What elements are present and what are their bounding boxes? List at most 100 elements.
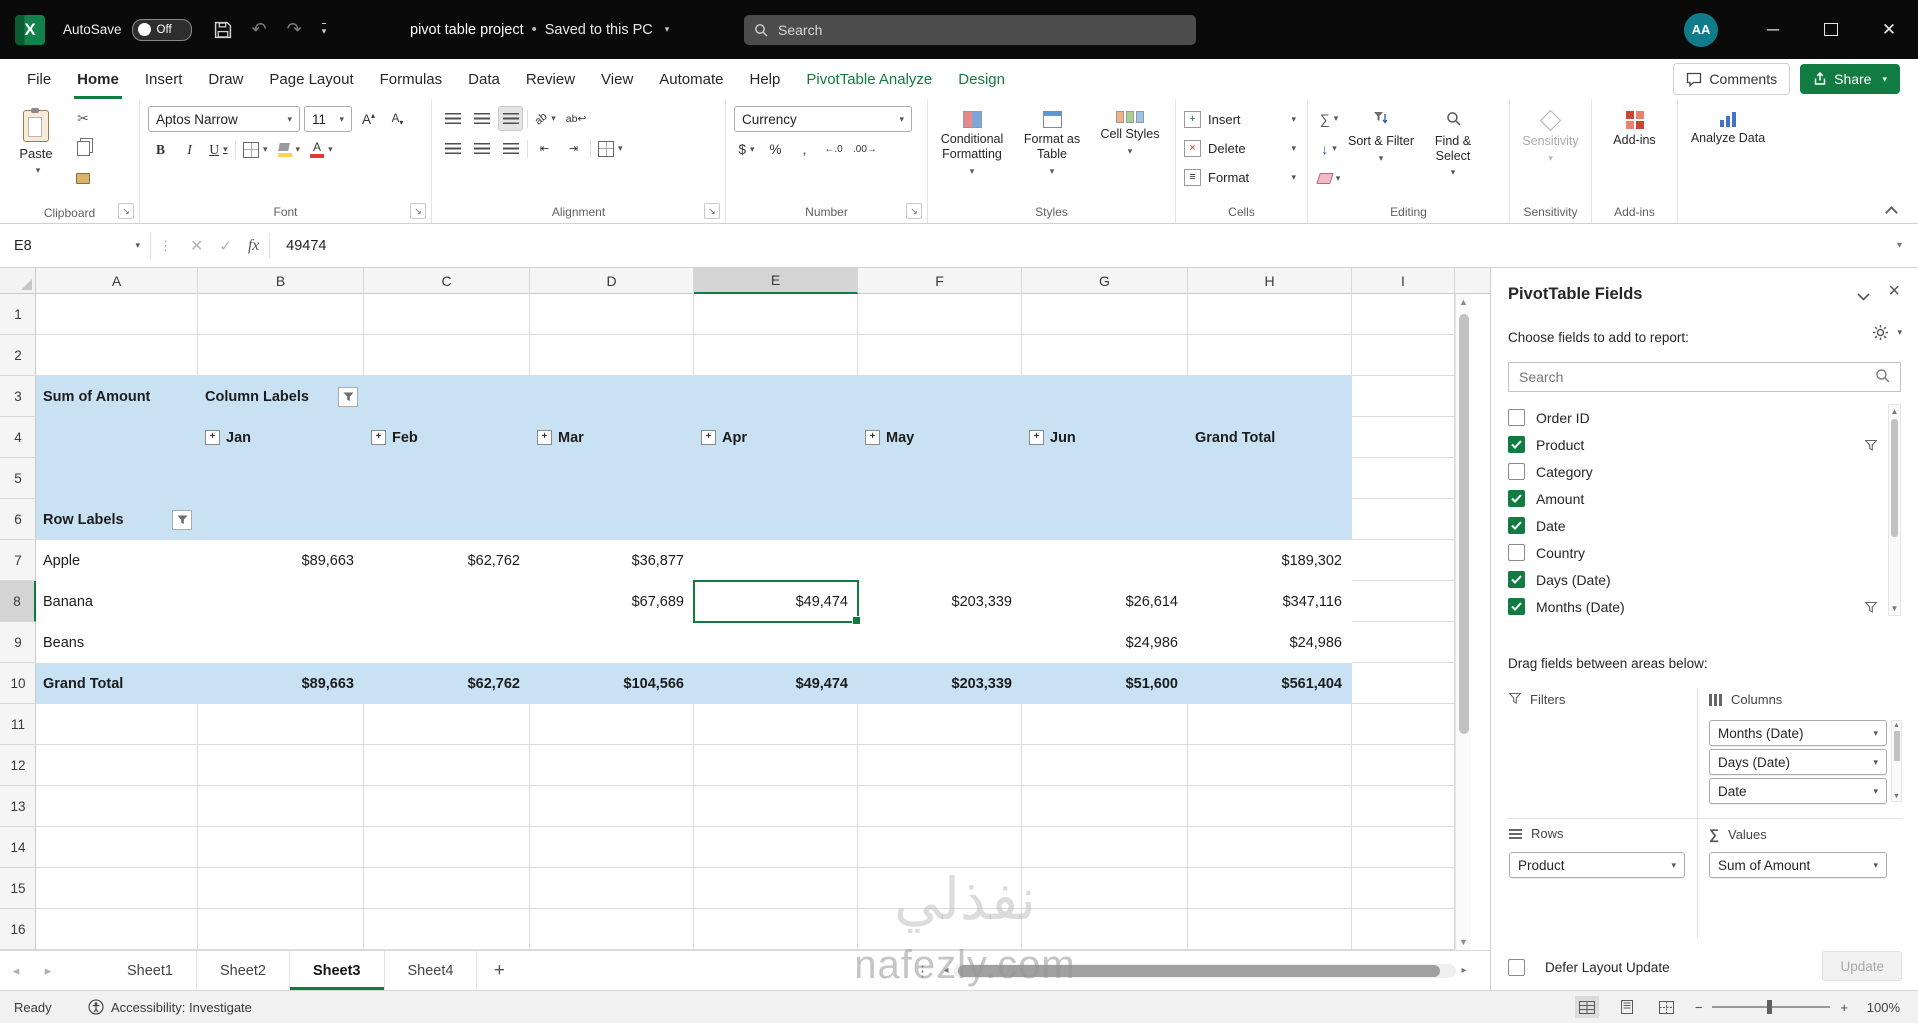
- cell-b7[interactable]: $89,663: [198, 540, 364, 581]
- fill-handle[interactable]: [852, 616, 861, 625]
- row-header-6[interactable]: 6: [0, 499, 36, 540]
- columns-area[interactable]: Months (Date) ▾ Days (Date) ▾ Date ▾: [1709, 720, 1887, 804]
- defer-layout-update[interactable]: Defer Layout Update: [1508, 959, 1670, 976]
- currency-format-button[interactable]: $ ▾: [734, 137, 759, 162]
- redo-icon[interactable]: ↷: [287, 19, 302, 40]
- cell-g8[interactable]: $26,614: [1022, 581, 1188, 622]
- close-button[interactable]: ✕: [1860, 0, 1918, 59]
- autosave-toggle[interactable]: Off: [131, 18, 192, 41]
- align-bottom-button[interactable]: [498, 106, 523, 131]
- font-size-select[interactable]: 11 ▾: [304, 106, 352, 132]
- checkbox-months-date[interactable]: [1508, 598, 1525, 615]
- cell-e10[interactable]: $49,474: [694, 663, 858, 704]
- select-all-corner[interactable]: [0, 268, 36, 294]
- expand-button[interactable]: +: [701, 430, 716, 445]
- row-header-13[interactable]: 13: [0, 786, 36, 827]
- delete-cells-button[interactable]: × Delete ▾: [1184, 135, 1296, 161]
- pane-options-chevron-icon[interactable]: [1857, 288, 1870, 306]
- accessibility-status[interactable]: Accessibility: Investigate: [88, 999, 252, 1015]
- increase-indent-button[interactable]: ⇥: [561, 136, 586, 161]
- cell-b3[interactable]: Column Labels: [198, 376, 364, 417]
- cancel-entry-icon[interactable]: ✕: [190, 236, 203, 256]
- cell-d8[interactable]: $67,689: [530, 581, 694, 622]
- field-item-product[interactable]: Product: [1508, 431, 1901, 458]
- addins-button[interactable]: Add-ins: [1600, 106, 1669, 198]
- orientation-button[interactable]: ab ▾: [532, 106, 559, 131]
- comma-format-button[interactable]: ,: [792, 137, 817, 162]
- checkbox-order-id[interactable]: [1508, 409, 1525, 426]
- zoom-slider-thumb[interactable]: [1766, 1000, 1772, 1014]
- fill-color-button[interactable]: ▾: [275, 137, 304, 162]
- cell-f4[interactable]: + May: [858, 417, 1022, 458]
- add-sheet-button[interactable]: +: [477, 960, 521, 982]
- cell-g4[interactable]: + Jun: [1022, 417, 1188, 458]
- avatar[interactable]: AA: [1684, 12, 1718, 47]
- checkbox-category[interactable]: [1508, 463, 1525, 480]
- expand-button[interactable]: +: [205, 430, 220, 445]
- field-item-months-date[interactable]: Months (Date): [1508, 593, 1901, 616]
- ribbon-tab-data[interactable]: Data: [455, 59, 513, 99]
- expand-button[interactable]: +: [537, 430, 552, 445]
- fields-search-input[interactable]: Search: [1508, 362, 1901, 392]
- column-header-f[interactable]: F: [858, 268, 1022, 294]
- field-list-scroll-thumb[interactable]: [1891, 419, 1898, 537]
- zoom-in-button[interactable]: +: [1840, 1000, 1848, 1015]
- merge-center-button[interactable]: ▾: [595, 136, 626, 161]
- decrease-decimal-button[interactable]: .00→: [850, 137, 880, 162]
- expand-button[interactable]: +: [1029, 430, 1044, 445]
- values-area[interactable]: Sum of Amount ▾: [1709, 852, 1887, 878]
- confirm-entry-icon[interactable]: ✓: [219, 237, 232, 255]
- font-name-select[interactable]: Aptos Narrow ▾: [148, 106, 300, 132]
- field-item-date[interactable]: Date: [1508, 512, 1901, 539]
- row-header-8[interactable]: 8: [0, 581, 36, 622]
- drag-handle-icon[interactable]: ⋮: [151, 238, 180, 254]
- cell-b4[interactable]: + Jan: [198, 417, 364, 458]
- ribbon-tab-formulas[interactable]: Formulas: [367, 59, 456, 99]
- row-header-5[interactable]: 5: [0, 458, 36, 499]
- cell-c7[interactable]: $62,762: [364, 540, 530, 581]
- expand-button[interactable]: +: [865, 430, 880, 445]
- ribbon-tab-page-layout[interactable]: Page Layout: [256, 59, 366, 99]
- undo-icon[interactable]: ↶: [252, 19, 267, 40]
- scroll-left-icon[interactable]: ◂: [938, 965, 954, 976]
- format-as-table-button[interactable]: Format as Table ▾: [1012, 106, 1092, 198]
- analyze-data-button[interactable]: Analyze Data: [1686, 106, 1770, 198]
- zoom-out-button[interactable]: −: [1695, 1000, 1703, 1015]
- field-list-scrollbar[interactable]: ▲ ▼: [1888, 404, 1901, 616]
- horizontal-scroll-track[interactable]: [954, 963, 1456, 978]
- cell-d10[interactable]: $104,566: [530, 663, 694, 704]
- percent-format-button[interactable]: %: [763, 137, 788, 162]
- sheet-tab-sheet1[interactable]: Sheet1: [104, 951, 197, 990]
- grid-body[interactable]: Sum of Amount Column Labels + Jan + Feb + Mar + A…: [0, 294, 1471, 950]
- cell-c10[interactable]: $62,762: [364, 663, 530, 704]
- row-header-10[interactable]: 10: [0, 663, 36, 704]
- scroll-down-icon[interactable]: ▼: [1889, 604, 1900, 613]
- vertical-scrollbar[interactable]: ▲ ▼: [1455, 294, 1471, 950]
- alignment-dialog-launcher[interactable]: ↘: [704, 203, 720, 219]
- field-item-country[interactable]: Country: [1508, 539, 1901, 566]
- number-format-select[interactable]: Currency ▾: [734, 106, 912, 132]
- pill-months-date[interactable]: Months (Date) ▾: [1709, 720, 1887, 746]
- insert-cells-button[interactable]: + Insert ▾: [1184, 106, 1296, 132]
- clipboard-dialog-launcher[interactable]: ↘: [118, 203, 134, 219]
- ribbon-tab-view[interactable]: View: [588, 59, 646, 99]
- ribbon-tab-automate[interactable]: Automate: [646, 59, 736, 99]
- row-header-11[interactable]: 11: [0, 704, 36, 745]
- clear-button[interactable]: ▾: [1315, 166, 1342, 191]
- fill-button[interactable]: ↓ ▾: [1316, 136, 1342, 161]
- page-break-view-button[interactable]: [1655, 996, 1679, 1018]
- checkbox-product[interactable]: [1508, 436, 1525, 453]
- column-header-e[interactable]: E: [694, 268, 858, 294]
- cell-a9[interactable]: Beans: [36, 622, 198, 663]
- row-header-9[interactable]: 9: [0, 622, 36, 663]
- sort-filter-button[interactable]: Sort & Filter ▾: [1348, 106, 1414, 198]
- conditional-formatting-button[interactable]: Conditional Formatting ▾: [932, 106, 1012, 198]
- scroll-up-icon[interactable]: ▲: [1892, 722, 1901, 729]
- cell-h9[interactable]: $24,986: [1188, 622, 1352, 663]
- zoom-slider[interactable]: [1712, 1000, 1831, 1014]
- autosum-button[interactable]: ∑ ▾: [1316, 106, 1342, 131]
- align-top-button[interactable]: [440, 106, 465, 131]
- ribbon-tab-file[interactable]: File: [14, 59, 64, 99]
- search-input[interactable]: Search: [744, 15, 1196, 45]
- column-header-b[interactable]: B: [198, 268, 364, 294]
